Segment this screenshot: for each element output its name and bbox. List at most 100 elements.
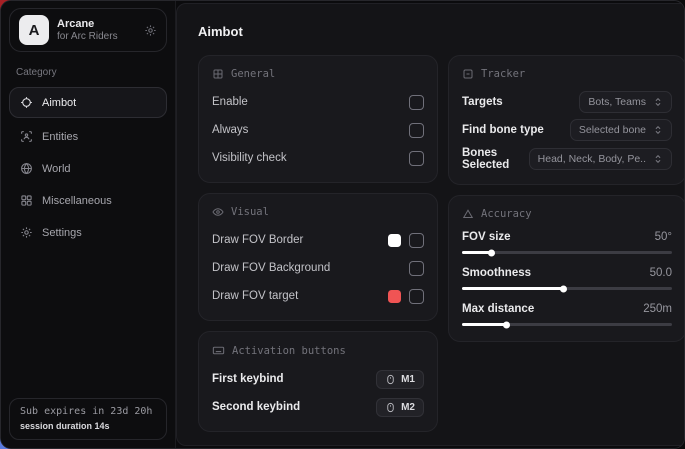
category-label: Category: [16, 67, 160, 78]
grid-small-icon: [212, 68, 224, 80]
always-checkbox[interactable]: [409, 123, 424, 138]
setting-label: Draw FOV Background: [212, 262, 330, 274]
slider-value: 50.0: [650, 267, 672, 279]
keyboard-icon: [212, 344, 225, 357]
slider-value: 250m: [643, 303, 672, 315]
slider-value: 50°: [655, 231, 672, 243]
find-bone-type-dropdown[interactable]: Selected bone: [570, 119, 672, 141]
setting-row: Draw FOV Background: [212, 257, 424, 279]
grid-icon: [20, 194, 33, 207]
sidebar-item-miscellaneous[interactable]: Miscellaneous: [9, 187, 167, 214]
main-panel: Aimbot General Enable: [176, 3, 685, 446]
targets-dropdown[interactable]: Bots, Teams: [579, 91, 672, 113]
setting-row: Draw FOV Border: [212, 229, 424, 251]
app-window: A Arcane for Arc Riders Category Aimbot: [0, 0, 685, 449]
chevrons-up-down-icon: [653, 154, 663, 164]
accuracy-card: Accuracy FOV size 50° Smoothness: [448, 195, 685, 342]
setting-label: Enable: [212, 96, 248, 108]
session-duration-text: session duration 14s: [20, 421, 156, 431]
bones-selected-dropdown[interactable]: Head, Neck, Body, Pe..: [529, 148, 672, 170]
sidebar-item-entities[interactable]: Entities: [9, 123, 167, 150]
setting-label: Draw FOV Border: [212, 234, 303, 246]
fov-size-slider[interactable]: [462, 251, 672, 254]
card-title: Visual: [231, 206, 269, 218]
draw-fov-target-checkbox[interactable]: [409, 289, 424, 304]
smoothness-slider[interactable]: [462, 287, 672, 290]
tracker-row: Bones Selected Head, Neck, Body, Pe..: [462, 147, 672, 171]
slider-row: FOV size 50°: [462, 231, 672, 254]
second-keybind-button[interactable]: M2: [376, 398, 424, 417]
sidebar-item-label: Settings: [42, 227, 82, 239]
triangle-icon: [462, 208, 474, 220]
tracker-label: Find bone type: [462, 124, 544, 136]
sidebar-item-world[interactable]: World: [9, 155, 167, 182]
sidebar-item-settings[interactable]: Settings: [9, 219, 167, 246]
tracker-row: Targets Bots, Teams: [462, 91, 672, 113]
slider-fill[interactable]: [462, 323, 506, 326]
sidebar-item-label: World: [42, 163, 71, 175]
mouse-icon: [385, 402, 396, 413]
activation-buttons-card: Activation buttons First keybind M1: [198, 331, 438, 432]
setting-label: Visibility check: [212, 152, 287, 164]
card-title: Tracker: [481, 68, 525, 80]
setting-row: Always: [212, 119, 424, 141]
card-title: Accuracy: [481, 208, 532, 220]
keybind-label: Second keybind: [212, 401, 300, 413]
tracker-card: Tracker Targets Bots, Teams: [448, 55, 685, 185]
fov-target-color-swatch[interactable]: [388, 290, 401, 303]
tracker-label: Bones Selected: [462, 147, 529, 171]
first-keybind-button[interactable]: M1: [376, 370, 424, 389]
mouse-icon: [385, 374, 396, 385]
page-title: Aimbot: [198, 24, 685, 39]
sidebar-item-label: Entities: [42, 131, 78, 143]
tracker-row: Find bone type Selected bone: [462, 119, 672, 141]
keybind-value: M2: [401, 402, 415, 413]
chevrons-up-down-icon: [653, 97, 663, 107]
sidebar: A Arcane for Arc Riders Category Aimbot: [1, 1, 176, 448]
brand-card: A Arcane for Arc Riders: [9, 8, 167, 52]
visual-card: Visual Draw FOV Border Draw FOV Backgrou…: [198, 193, 438, 321]
dropdown-value: Bots, Teams: [588, 96, 646, 108]
sidebar-item-label: Aimbot: [42, 97, 76, 109]
globe-icon: [20, 162, 33, 175]
sidebar-item-aimbot[interactable]: Aimbot: [9, 87, 167, 118]
setting-label: Always: [212, 124, 248, 136]
eye-icon: [212, 206, 224, 218]
setting-row: Enable: [212, 91, 424, 113]
slider-row: Max distance 250m: [462, 303, 672, 326]
fov-border-color-swatch[interactable]: [388, 234, 401, 247]
chevrons-up-down-icon: [653, 125, 663, 135]
slider-label: Smoothness: [462, 267, 531, 279]
keybind-label: First keybind: [212, 373, 284, 385]
card-title: Activation buttons: [232, 345, 346, 357]
sub-expires-text: Sub expires in 23d 20h: [20, 406, 156, 417]
tracker-label: Targets: [462, 96, 503, 108]
gear-icon[interactable]: [144, 24, 157, 37]
general-card: General Enable Always Visibility check: [198, 55, 438, 183]
panel-minus-icon: [462, 68, 474, 80]
slider-fill[interactable]: [462, 287, 563, 290]
slider-fill[interactable]: [462, 251, 491, 254]
keybind-value: M1: [401, 374, 415, 385]
max-distance-slider[interactable]: [462, 323, 672, 326]
brand-logo: A: [19, 15, 49, 45]
keybind-row: First keybind M1: [212, 368, 424, 390]
draw-fov-border-checkbox[interactable]: [409, 233, 424, 248]
sidebar-item-label: Miscellaneous: [42, 195, 112, 207]
scan-person-icon: [20, 130, 33, 143]
dropdown-value: Head, Neck, Body, Pe..: [538, 153, 646, 165]
subscription-status: Sub expires in 23d 20h session duration …: [9, 398, 167, 440]
visibility-check-checkbox[interactable]: [409, 151, 424, 166]
enable-checkbox[interactable]: [409, 95, 424, 110]
dropdown-value: Selected bone: [579, 124, 646, 136]
brand-name: Arcane: [57, 18, 118, 30]
slider-label: Max distance: [462, 303, 534, 315]
slider-label: FOV size: [462, 231, 511, 243]
keybind-row: Second keybind M2: [212, 396, 424, 418]
card-title: General: [231, 68, 275, 80]
setting-row: Visibility check: [212, 147, 424, 169]
brand-subtitle: for Arc Riders: [57, 31, 118, 42]
slider-row: Smoothness 50.0: [462, 267, 672, 290]
draw-fov-background-checkbox[interactable]: [409, 261, 424, 276]
gear-icon: [20, 226, 33, 239]
